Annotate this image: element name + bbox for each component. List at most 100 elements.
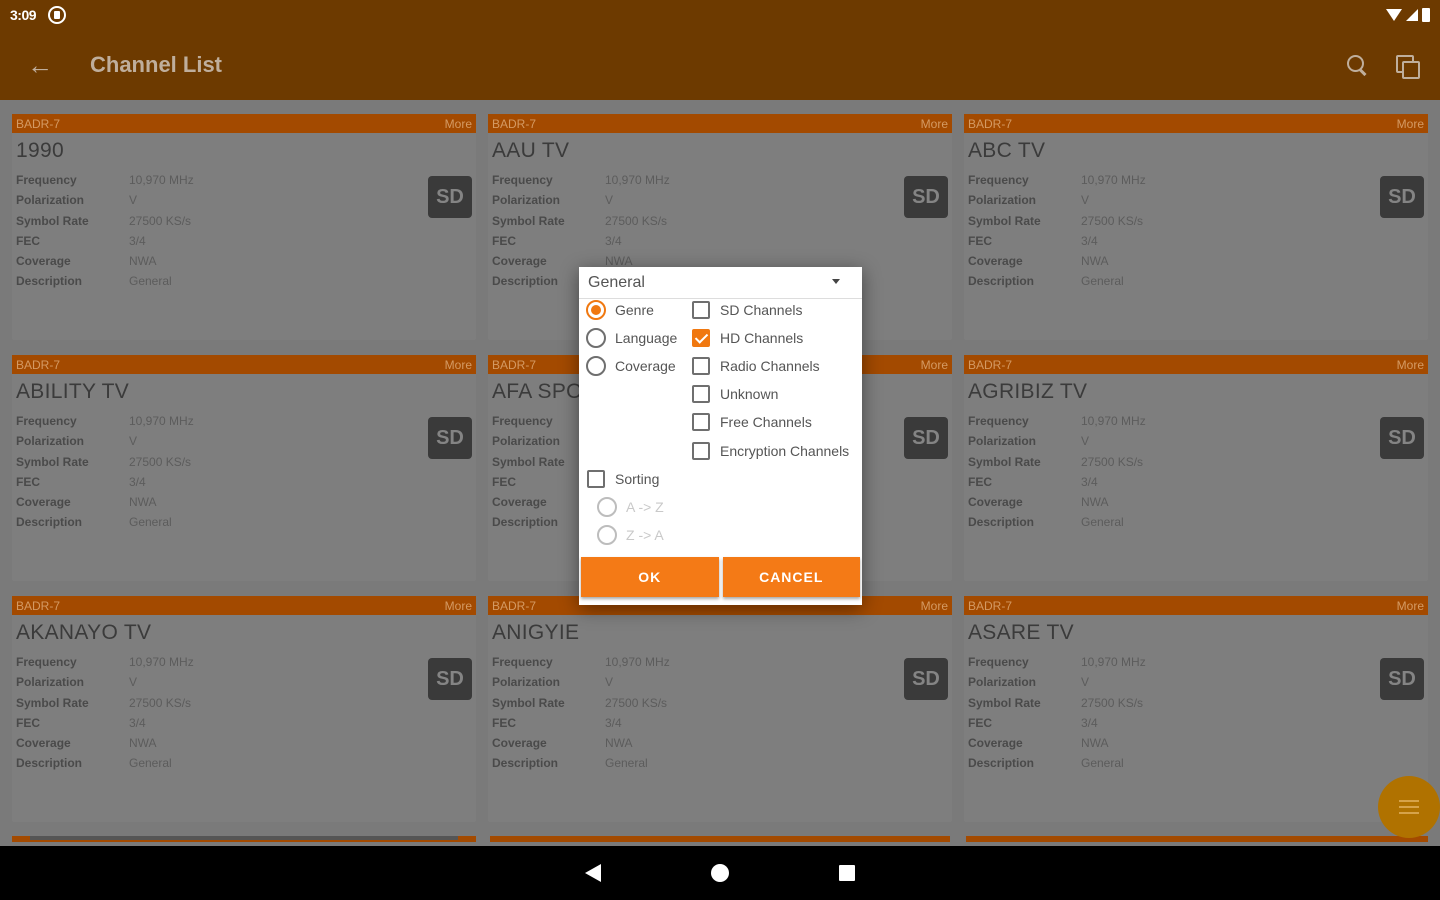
- detail-row-symbol-rate: Symbol Rate 27500 KS/s: [16, 696, 476, 716]
- detail-value: 10,970 MHz: [1081, 414, 1146, 428]
- detail-row-coverage: Coverage NWA: [16, 736, 476, 756]
- more-link[interactable]: More: [1397, 358, 1424, 372]
- card-header: BADR-7 More: [964, 596, 1428, 615]
- detail-value: V: [129, 193, 138, 208]
- channel-card[interactable]: BADR-7 More AKANAYO TV Frequency 10,970 MHz P…: [12, 596, 476, 822]
- more-link[interactable]: More: [1397, 117, 1424, 131]
- back-arrow-icon[interactable]: ←: [0, 30, 80, 100]
- horizontal-scrollbar[interactable]: [30, 836, 458, 840]
- channel-details: Frequency 10,970 MHz Polarization V Symbol R…: [968, 414, 1428, 536]
- more-link[interactable]: More: [921, 358, 948, 372]
- detail-value: V: [605, 193, 614, 208]
- detail-row-description: Description General: [968, 274, 1428, 294]
- radio-sort-a-z[interactable]: A -> Z: [597, 497, 664, 517]
- detail-row-fec: FEC 3/4: [16, 475, 476, 495]
- ok-button[interactable]: OK: [581, 557, 719, 597]
- satellite-name: BADR-7: [16, 116, 61, 131]
- channel-card[interactable]: BADR-7 More 1990 Frequency 10,970 MHz Polariz…: [12, 114, 476, 340]
- more-link[interactable]: More: [445, 117, 472, 131]
- nav-back-icon[interactable]: [585, 864, 601, 882]
- radio-button[interactable]: [597, 497, 617, 517]
- detail-row-polarization: Polarization V: [968, 434, 1428, 454]
- radio-genre[interactable]: Genre: [586, 300, 654, 320]
- checkbox[interactable]: [692, 442, 710, 460]
- detail-row-description: Description General: [492, 756, 952, 776]
- channel-name: AGRIBIZ TV: [968, 380, 1088, 403]
- channel-card[interactable]: BADR-7 More AGRIBIZ TV Frequency 10,970 MHz P…: [964, 355, 1428, 581]
- channel-card[interactable]: BADR-7 More ABC TV Frequency 10,970 MHz Polar…: [964, 114, 1428, 340]
- checkbox[interactable]: [692, 357, 710, 375]
- more-link[interactable]: More: [445, 358, 472, 372]
- channel-details: Frequency 10,970 MHz Polarization V Symbol R…: [16, 414, 476, 536]
- detail-row-frequency: Frequency 10,970 MHz: [968, 414, 1428, 434]
- radio-language[interactable]: Language: [586, 328, 677, 348]
- detail-row-polarization: Polarization V: [968, 675, 1428, 695]
- detail-row-description: Description General: [16, 756, 476, 776]
- detail-row-polarization: Polarization V: [16, 434, 476, 454]
- channel-card[interactable]: BADR-7 More ASARE TV Frequency 10,970 MHz Pol…: [964, 596, 1428, 822]
- detail-label: Description: [492, 756, 559, 771]
- checkbox-sd-channels[interactable]: SD Channels: [692, 301, 803, 319]
- checkbox-encryption-channels[interactable]: Encryption Channels: [692, 442, 849, 460]
- detail-value: NWA: [129, 736, 157, 751]
- detail-value: General: [129, 756, 172, 771]
- detail-label: Polarization: [968, 193, 1037, 208]
- menu-fab-button[interactable]: [1378, 776, 1440, 838]
- checkbox[interactable]: [692, 301, 710, 319]
- page-title: Channel List: [90, 52, 223, 77]
- more-link[interactable]: More: [921, 599, 948, 613]
- checkbox-label: Radio Channels: [720, 358, 820, 374]
- more-link[interactable]: More: [445, 599, 472, 613]
- radio-coverage[interactable]: Coverage: [586, 356, 676, 376]
- detail-label: Polarization: [492, 193, 561, 208]
- detail-value: V: [1081, 434, 1090, 449]
- checkbox-unknown[interactable]: Unknown: [692, 385, 778, 403]
- checkbox[interactable]: [692, 329, 710, 347]
- checkbox[interactable]: [692, 413, 710, 431]
- detail-row-symbol-rate: Symbol Rate 27500 KS/s: [492, 214, 952, 234]
- card-header: BADR-7 More: [12, 355, 476, 374]
- cancel-button[interactable]: CANCEL: [722, 557, 860, 597]
- checkbox-radio-channels[interactable]: Radio Channels: [692, 357, 820, 375]
- detail-label: Polarization: [968, 434, 1037, 449]
- channel-name: ABILITY TV: [16, 380, 130, 403]
- radio-button[interactable]: [586, 328, 606, 348]
- detail-label: FEC: [492, 233, 516, 248]
- detail-row-description: Description General: [968, 756, 1428, 776]
- detail-value: V: [1081, 675, 1090, 690]
- detail-value: V: [605, 675, 614, 690]
- detail-value: V: [129, 434, 138, 449]
- detail-row-description: Description General: [16, 515, 476, 535]
- checkbox-sorting[interactable]: Sorting: [587, 470, 659, 488]
- detail-row-symbol-rate: Symbol Rate 27500 KS/s: [16, 214, 476, 234]
- radio-button[interactable]: [597, 525, 617, 545]
- sd-badge: SD: [428, 176, 472, 218]
- detail-row-coverage: Coverage NWA: [968, 495, 1428, 515]
- checkbox[interactable]: [692, 385, 710, 403]
- search-icon[interactable]: [1346, 54, 1368, 76]
- radio-button[interactable]: [586, 300, 606, 320]
- channel-card[interactable]: BADR-7 More ABILITY TV Frequency 10,970 MHz P…: [12, 355, 476, 581]
- copy-icon[interactable]: [1394, 53, 1420, 79]
- detail-label: Description: [16, 515, 83, 530]
- nav-home-icon[interactable]: [711, 864, 729, 882]
- channel-name: ABC TV: [968, 139, 1046, 162]
- radio-sort-z-a[interactable]: Z -> A: [597, 525, 664, 545]
- radio-button[interactable]: [586, 356, 606, 376]
- detail-row-coverage: Coverage NWA: [968, 736, 1428, 756]
- checkbox-free-channels[interactable]: Free Channels: [692, 413, 812, 431]
- satellite-name: BADR-7: [16, 598, 61, 613]
- channel-card[interactable]: BADR-7 More ANIGYIE Frequency 10,970 MHz Pola…: [488, 596, 952, 822]
- detail-value: NWA: [1081, 495, 1109, 510]
- category-dropdown[interactable]: General: [579, 267, 862, 299]
- checkbox-label: Encryption Channels: [720, 443, 850, 459]
- more-link[interactable]: More: [921, 117, 948, 131]
- detail-row-coverage: Coverage NWA: [492, 736, 952, 756]
- checkbox[interactable]: [587, 470, 605, 488]
- detail-row-fec: FEC 3/4: [492, 716, 952, 736]
- checkbox-hd-channels[interactable]: HD Channels: [692, 329, 803, 347]
- more-link[interactable]: More: [1397, 599, 1424, 613]
- detail-value: General: [1081, 515, 1124, 530]
- nav-recents-icon[interactable]: [839, 865, 855, 881]
- detail-value: 27500 KS/s: [129, 454, 192, 469]
